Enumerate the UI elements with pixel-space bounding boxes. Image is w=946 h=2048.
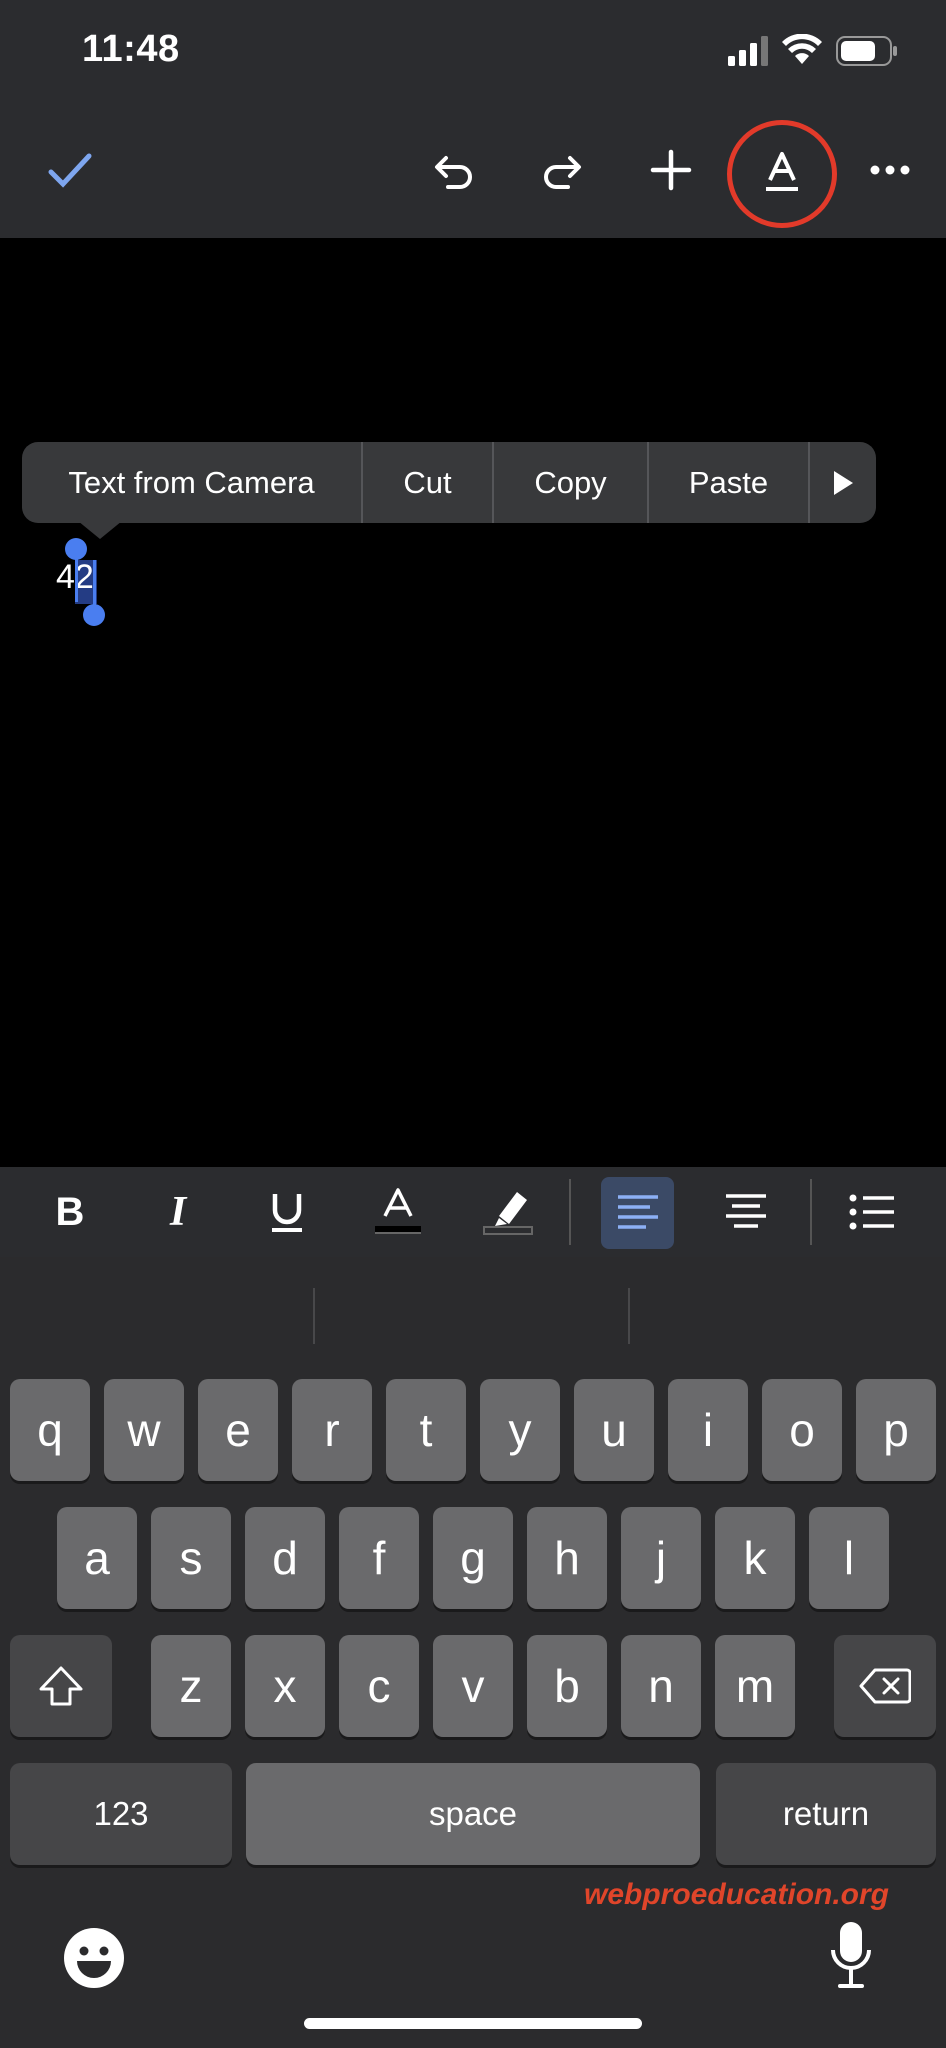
format-divider (569, 1179, 571, 1245)
key-e[interactable]: e (198, 1379, 278, 1481)
key-i[interactable]: i (668, 1379, 748, 1481)
key-l[interactable]: l (809, 1507, 889, 1609)
return-key[interactable]: return (716, 1763, 936, 1865)
underline-icon[interactable] (257, 1167, 317, 1257)
document-canvas[interactable] (0, 238, 946, 1167)
wifi-icon (782, 33, 822, 71)
text-from-camera-item[interactable]: Text from Camera (22, 442, 363, 523)
space-key[interactable]: space (246, 1763, 700, 1865)
check-icon[interactable] (40, 140, 100, 200)
key-v[interactable]: v (433, 1635, 513, 1737)
key-o[interactable]: o (762, 1379, 842, 1481)
key-k[interactable]: k (715, 1507, 795, 1609)
highlight-icon[interactable] (478, 1167, 538, 1257)
key-g[interactable]: g (433, 1507, 513, 1609)
redo-icon[interactable] (532, 142, 592, 202)
play-triangle-icon (834, 470, 853, 495)
context-menu-pointer (78, 521, 122, 539)
key-c[interactable]: c (339, 1635, 419, 1737)
insert-plus-icon[interactable] (641, 140, 701, 200)
bulleted-list-icon[interactable] (842, 1167, 902, 1257)
battery-icon (836, 36, 898, 71)
more-icon[interactable] (860, 140, 920, 200)
key-w[interactable]: w (104, 1379, 184, 1481)
format-bar: B I (0, 1167, 946, 1257)
key-z[interactable]: z (151, 1635, 231, 1737)
undo-icon[interactable] (424, 142, 484, 202)
home-indicator[interactable] (304, 2018, 642, 2029)
key-d[interactable]: d (245, 1507, 325, 1609)
copy-item[interactable]: Copy (494, 442, 649, 523)
key-n[interactable]: n (621, 1635, 701, 1737)
suggestion-divider (313, 1288, 315, 1344)
key-b[interactable]: b (527, 1635, 607, 1737)
key-m[interactable]: m (715, 1635, 795, 1737)
align-left-icon[interactable] (601, 1177, 674, 1249)
key-h[interactable]: h (527, 1507, 607, 1609)
key-x[interactable]: x (245, 1635, 325, 1737)
key-s[interactable]: s (151, 1507, 231, 1609)
shift-icon (39, 1666, 83, 1706)
key-f[interactable]: f (339, 1507, 419, 1609)
key-p[interactable]: p (856, 1379, 936, 1481)
paste-item[interactable]: Paste (649, 442, 810, 523)
backspace-key[interactable] (834, 1635, 936, 1737)
key-q[interactable]: q (10, 1379, 90, 1481)
bold-icon[interactable]: B (40, 1167, 100, 1257)
format-divider (810, 1179, 812, 1245)
key-r[interactable]: r (292, 1379, 372, 1481)
text-color-icon[interactable] (368, 1167, 428, 1257)
numbers-key[interactable]: 123 (10, 1763, 232, 1865)
menu-more-button[interactable] (810, 442, 876, 523)
cellular-signal-icon (728, 36, 772, 71)
status-time: 11:48 (82, 28, 180, 70)
key-a[interactable]: a (57, 1507, 137, 1609)
suggestion-divider (628, 1288, 630, 1344)
watermark: webproeducation.org (584, 1878, 890, 1911)
emoji-icon[interactable] (63, 1927, 125, 1989)
backspace-icon (859, 1668, 911, 1704)
context-menu: Text from Camera Cut Copy Paste (22, 442, 876, 523)
key-u[interactable]: u (574, 1379, 654, 1481)
key-t[interactable]: t (386, 1379, 466, 1481)
key-y[interactable]: y (480, 1379, 560, 1481)
shift-key[interactable] (10, 1635, 112, 1737)
key-j[interactable]: j (621, 1507, 701, 1609)
microphone-icon[interactable] (828, 1920, 874, 1990)
italic-icon[interactable]: I (148, 1167, 208, 1257)
text-format-icon[interactable] (752, 142, 812, 202)
align-center-icon[interactable] (716, 1167, 776, 1257)
cut-item[interactable]: Cut (363, 442, 494, 523)
